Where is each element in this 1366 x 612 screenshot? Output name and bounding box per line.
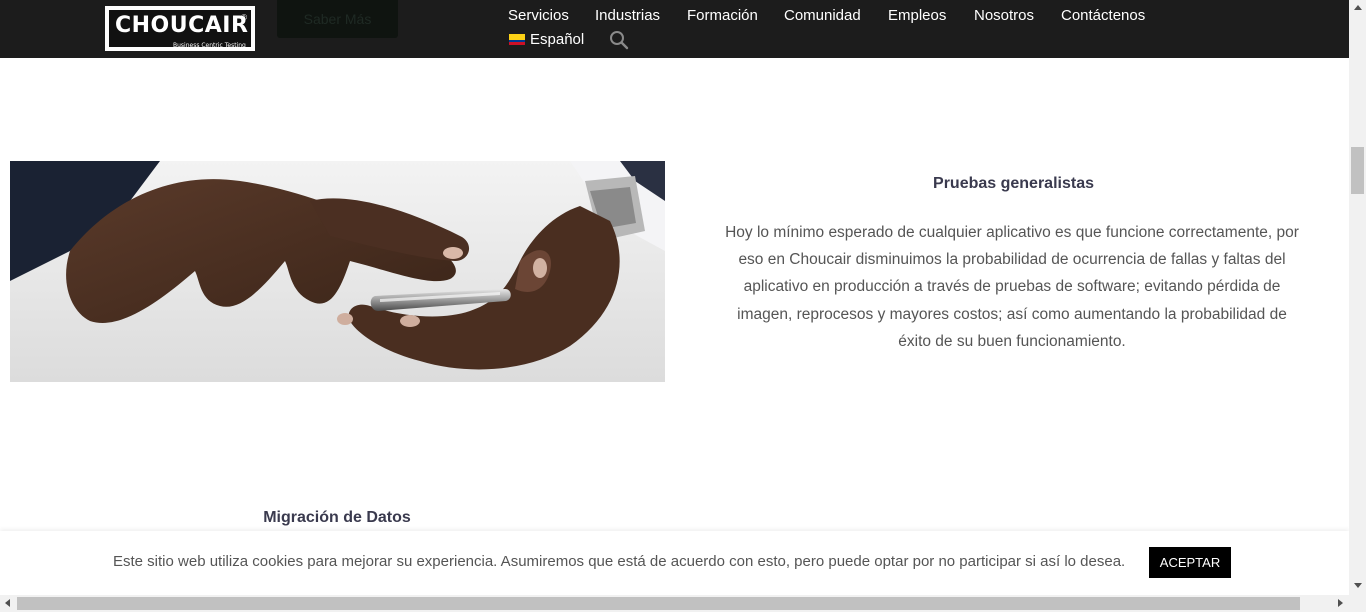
- horizontal-scrollbar[interactable]: [0, 595, 1366, 612]
- choucair-logo[interactable]: CHOUCAIR ® Business Centric Testing: [105, 6, 255, 51]
- accept-cookies-button[interactable]: ACEPTAR: [1149, 547, 1231, 578]
- horizontal-scroll-thumb[interactable]: [17, 597, 1300, 610]
- logo-registered-mark: ®: [241, 13, 247, 22]
- nav-contactenos[interactable]: Contáctenos: [1061, 7, 1145, 24]
- search-icon[interactable]: [609, 30, 629, 50]
- section-title: Pruebas generalistas: [933, 175, 1094, 192]
- nav-industrias[interactable]: Industrias: [595, 7, 660, 24]
- site-header: CHOUCAIR ® Business Centric Testing Sabe…: [0, 0, 1349, 58]
- next-section-title: Migración de Datos: [263, 509, 411, 526]
- language-selector[interactable]: Español: [509, 31, 584, 48]
- scroll-up-arrow-icon[interactable]: [1354, 5, 1362, 10]
- nav-nosotros[interactable]: Nosotros: [974, 7, 1034, 24]
- scroll-down-arrow-icon[interactable]: [1354, 583, 1362, 588]
- hands-smartphone-image: [10, 161, 665, 382]
- cookie-message: Este sitio web utiliza cookies para mejo…: [113, 553, 1126, 570]
- scroll-left-arrow-icon[interactable]: [5, 599, 10, 607]
- colombia-flag-icon: [509, 34, 525, 45]
- cookie-consent-bar: Este sitio web utiliza cookies para mejo…: [0, 531, 1349, 595]
- language-label: Español: [530, 31, 585, 48]
- logo-text: CHOUCAIR: [115, 13, 249, 38]
- nav-comunidad[interactable]: Comunidad: [784, 7, 861, 24]
- vertical-scrollbar[interactable]: [1349, 0, 1366, 595]
- nav-formacion[interactable]: Formación: [687, 7, 758, 24]
- saber-mas-button[interactable]: Saber Más: [277, 0, 398, 38]
- nav-empleos[interactable]: Empleos: [888, 7, 946, 24]
- section-body: Hoy lo mínimo esperado de cualquier apli…: [725, 224, 1299, 350]
- logo-tagline: Business Centric Testing: [173, 42, 246, 49]
- scroll-right-arrow-icon[interactable]: [1338, 599, 1343, 607]
- vertical-scroll-thumb[interactable]: [1351, 147, 1364, 194]
- nav-servicios[interactable]: Servicios: [508, 7, 569, 24]
